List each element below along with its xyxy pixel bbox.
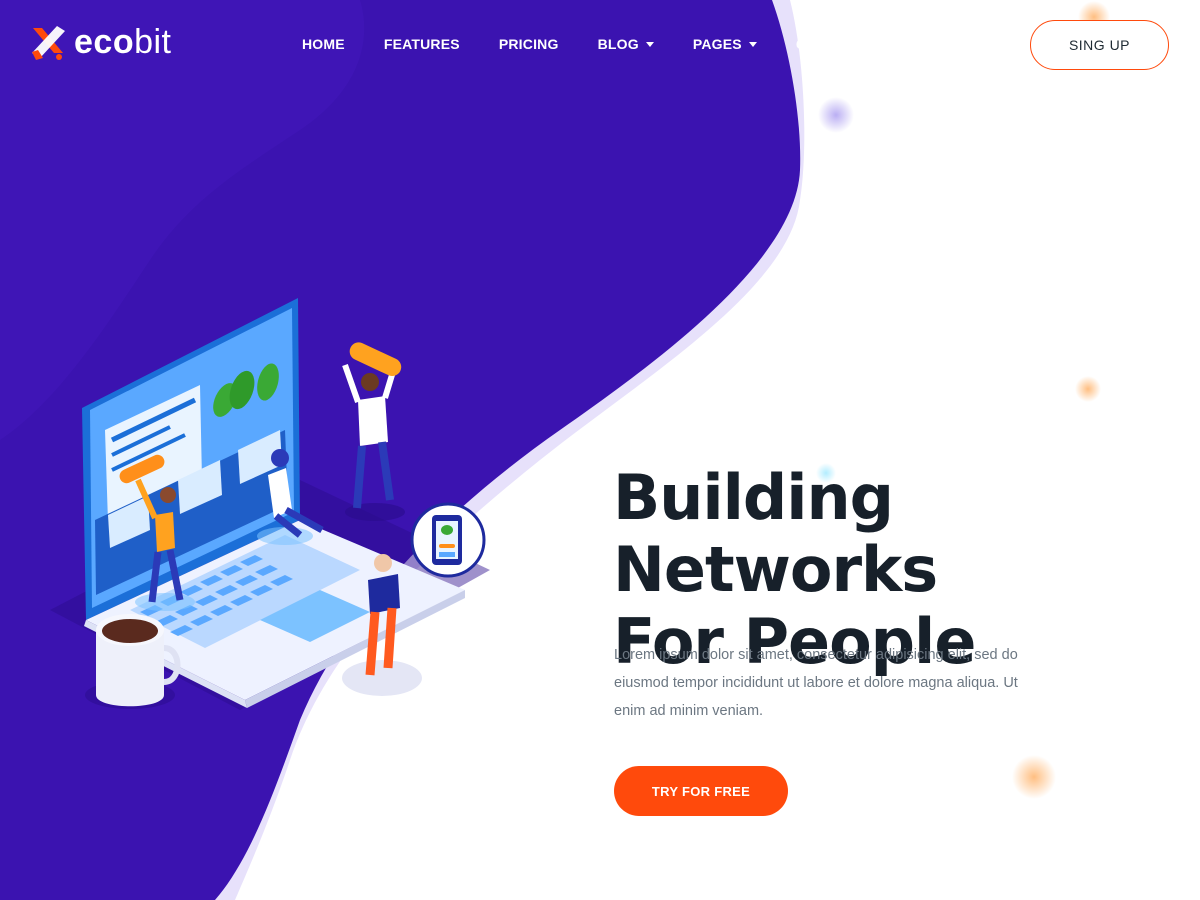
nav-item-contact[interactable]: CONTACT bbox=[796, 36, 865, 52]
chevron-down-icon bbox=[748, 41, 757, 47]
hero-title-line-1: Building Networks bbox=[613, 461, 938, 606]
brand-name: ecobit bbox=[74, 23, 172, 61]
nav-item-pricing[interactable]: PRICING bbox=[499, 36, 559, 52]
hero-description: Lorem ipsum dolor sit amet, consectetur … bbox=[614, 647, 1018, 719]
nav-item-home[interactable]: HOME bbox=[302, 36, 345, 52]
x-cross-logo-icon bbox=[32, 26, 65, 60]
landing-page: ecobit HOME FEATURES PRICING BLOG PAGES … bbox=[0, 0, 1200, 900]
brand-logo[interactable]: ecobit bbox=[28, 22, 172, 62]
try-for-free-button[interactable]: TRY FOR FREE bbox=[614, 766, 788, 816]
team-working-on-laptop-illustration bbox=[50, 298, 490, 710]
nav-item-features[interactable]: FEATURES bbox=[384, 36, 460, 52]
chevron-down-icon bbox=[645, 41, 654, 47]
main-navigation: HOME FEATURES PRICING BLOG PAGES CONTACT bbox=[302, 36, 904, 52]
nav-item-blog[interactable]: BLOG bbox=[598, 36, 654, 52]
signup-button[interactable]: SING UP bbox=[1030, 20, 1169, 70]
nav-item-pages[interactable]: PAGES bbox=[693, 36, 757, 52]
